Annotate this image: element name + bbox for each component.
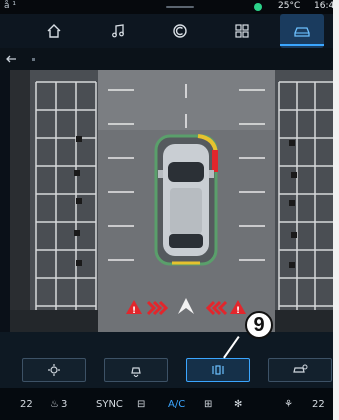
defrost-rear-icon: ⊞ bbox=[204, 398, 213, 410]
connection-indicator-icon bbox=[254, 3, 262, 11]
left-parking-grid bbox=[10, 70, 98, 332]
fan-icon: ✻ bbox=[234, 398, 243, 410]
music-icon bbox=[112, 24, 124, 38]
apps-icon bbox=[235, 24, 249, 38]
nav-music[interactable] bbox=[98, 14, 138, 48]
active-tab-indicator bbox=[280, 44, 324, 46]
ac-button[interactable]: A/C bbox=[168, 388, 185, 420]
parking-sensor-button[interactable] bbox=[186, 358, 250, 382]
page-indicator bbox=[32, 58, 35, 61]
page-margin bbox=[333, 0, 339, 420]
drag-handle[interactable] bbox=[166, 6, 194, 8]
nav-home[interactable] bbox=[34, 14, 74, 48]
camera-view-button[interactable] bbox=[104, 358, 168, 382]
sub-header bbox=[0, 48, 333, 70]
fan-button[interactable]: ✻ bbox=[234, 388, 242, 420]
parking-camera-view: ! ! bbox=[10, 70, 333, 332]
right-camera-view bbox=[275, 70, 333, 332]
home-icon bbox=[47, 24, 61, 38]
status-icons: å ¹ bbox=[4, 1, 16, 11]
camera-settings-icon bbox=[293, 364, 308, 373]
seat-heat-icon: ♨ bbox=[50, 398, 59, 410]
camera-settings-button[interactable] bbox=[268, 358, 332, 382]
top-navigation bbox=[0, 14, 333, 48]
vehicle-top-view bbox=[154, 134, 218, 266]
nav-apps[interactable] bbox=[222, 14, 262, 48]
sync-button[interactable]: SYNC bbox=[96, 388, 123, 420]
left-temperature[interactable]: 22 bbox=[20, 388, 33, 420]
defrost-front-icon: ⊟ bbox=[137, 398, 146, 410]
left-temperature-value: 22 bbox=[20, 398, 33, 410]
right-seat-heat[interactable]: ⚘ bbox=[284, 388, 293, 420]
callout-number: 9 bbox=[245, 311, 273, 339]
top-down-view: ! ! bbox=[98, 70, 275, 332]
ac-label: A/C bbox=[168, 398, 186, 410]
rear-defrost-button[interactable]: ⊞ bbox=[204, 388, 212, 420]
right-temperature[interactable]: 22 bbox=[312, 388, 325, 420]
device-screen: å ¹ 25°C 16:4 ! ! 9 22 ♨ 3 SYNC ⊟ A/C ⊞ … bbox=[0, 0, 339, 420]
status-bar: å ¹ 25°C 16:4 bbox=[0, 0, 335, 14]
clock: 16:4 bbox=[314, 1, 335, 11]
sensor-settings-icon bbox=[48, 364, 60, 376]
sync-label: SYNC bbox=[96, 398, 123, 410]
camera-view-icon bbox=[131, 367, 141, 377]
left-seat-heat-level: 3 bbox=[60, 398, 68, 410]
svg-text:!: ! bbox=[236, 306, 240, 316]
right-temperature-value: 22 bbox=[312, 398, 325, 410]
navigation-icon bbox=[173, 24, 187, 38]
camera-controls-bar bbox=[0, 332, 333, 388]
svg-text:!: ! bbox=[132, 306, 136, 316]
back-arrow-icon[interactable] bbox=[4, 52, 18, 66]
parking-sensor-icon bbox=[212, 365, 224, 375]
car-icon bbox=[294, 27, 310, 37]
right-parking-grid bbox=[275, 70, 333, 332]
nav-vehicle[interactable] bbox=[280, 14, 324, 48]
left-seat-heat[interactable]: ♨ 3 bbox=[50, 388, 67, 420]
right-seat-heat-icon: ⚘ bbox=[284, 398, 293, 410]
climate-bar: 22 ♨ 3 SYNC ⊟ A/C ⊞ ✻ ⚘ 22 bbox=[0, 388, 333, 420]
sensor-settings-button[interactable] bbox=[22, 358, 86, 382]
nav-navigation[interactable] bbox=[160, 14, 200, 48]
outside-temperature: 25°C bbox=[278, 1, 301, 11]
windscreen-defrost-button[interactable]: ⊟ bbox=[137, 388, 145, 420]
left-camera-view bbox=[10, 70, 98, 332]
